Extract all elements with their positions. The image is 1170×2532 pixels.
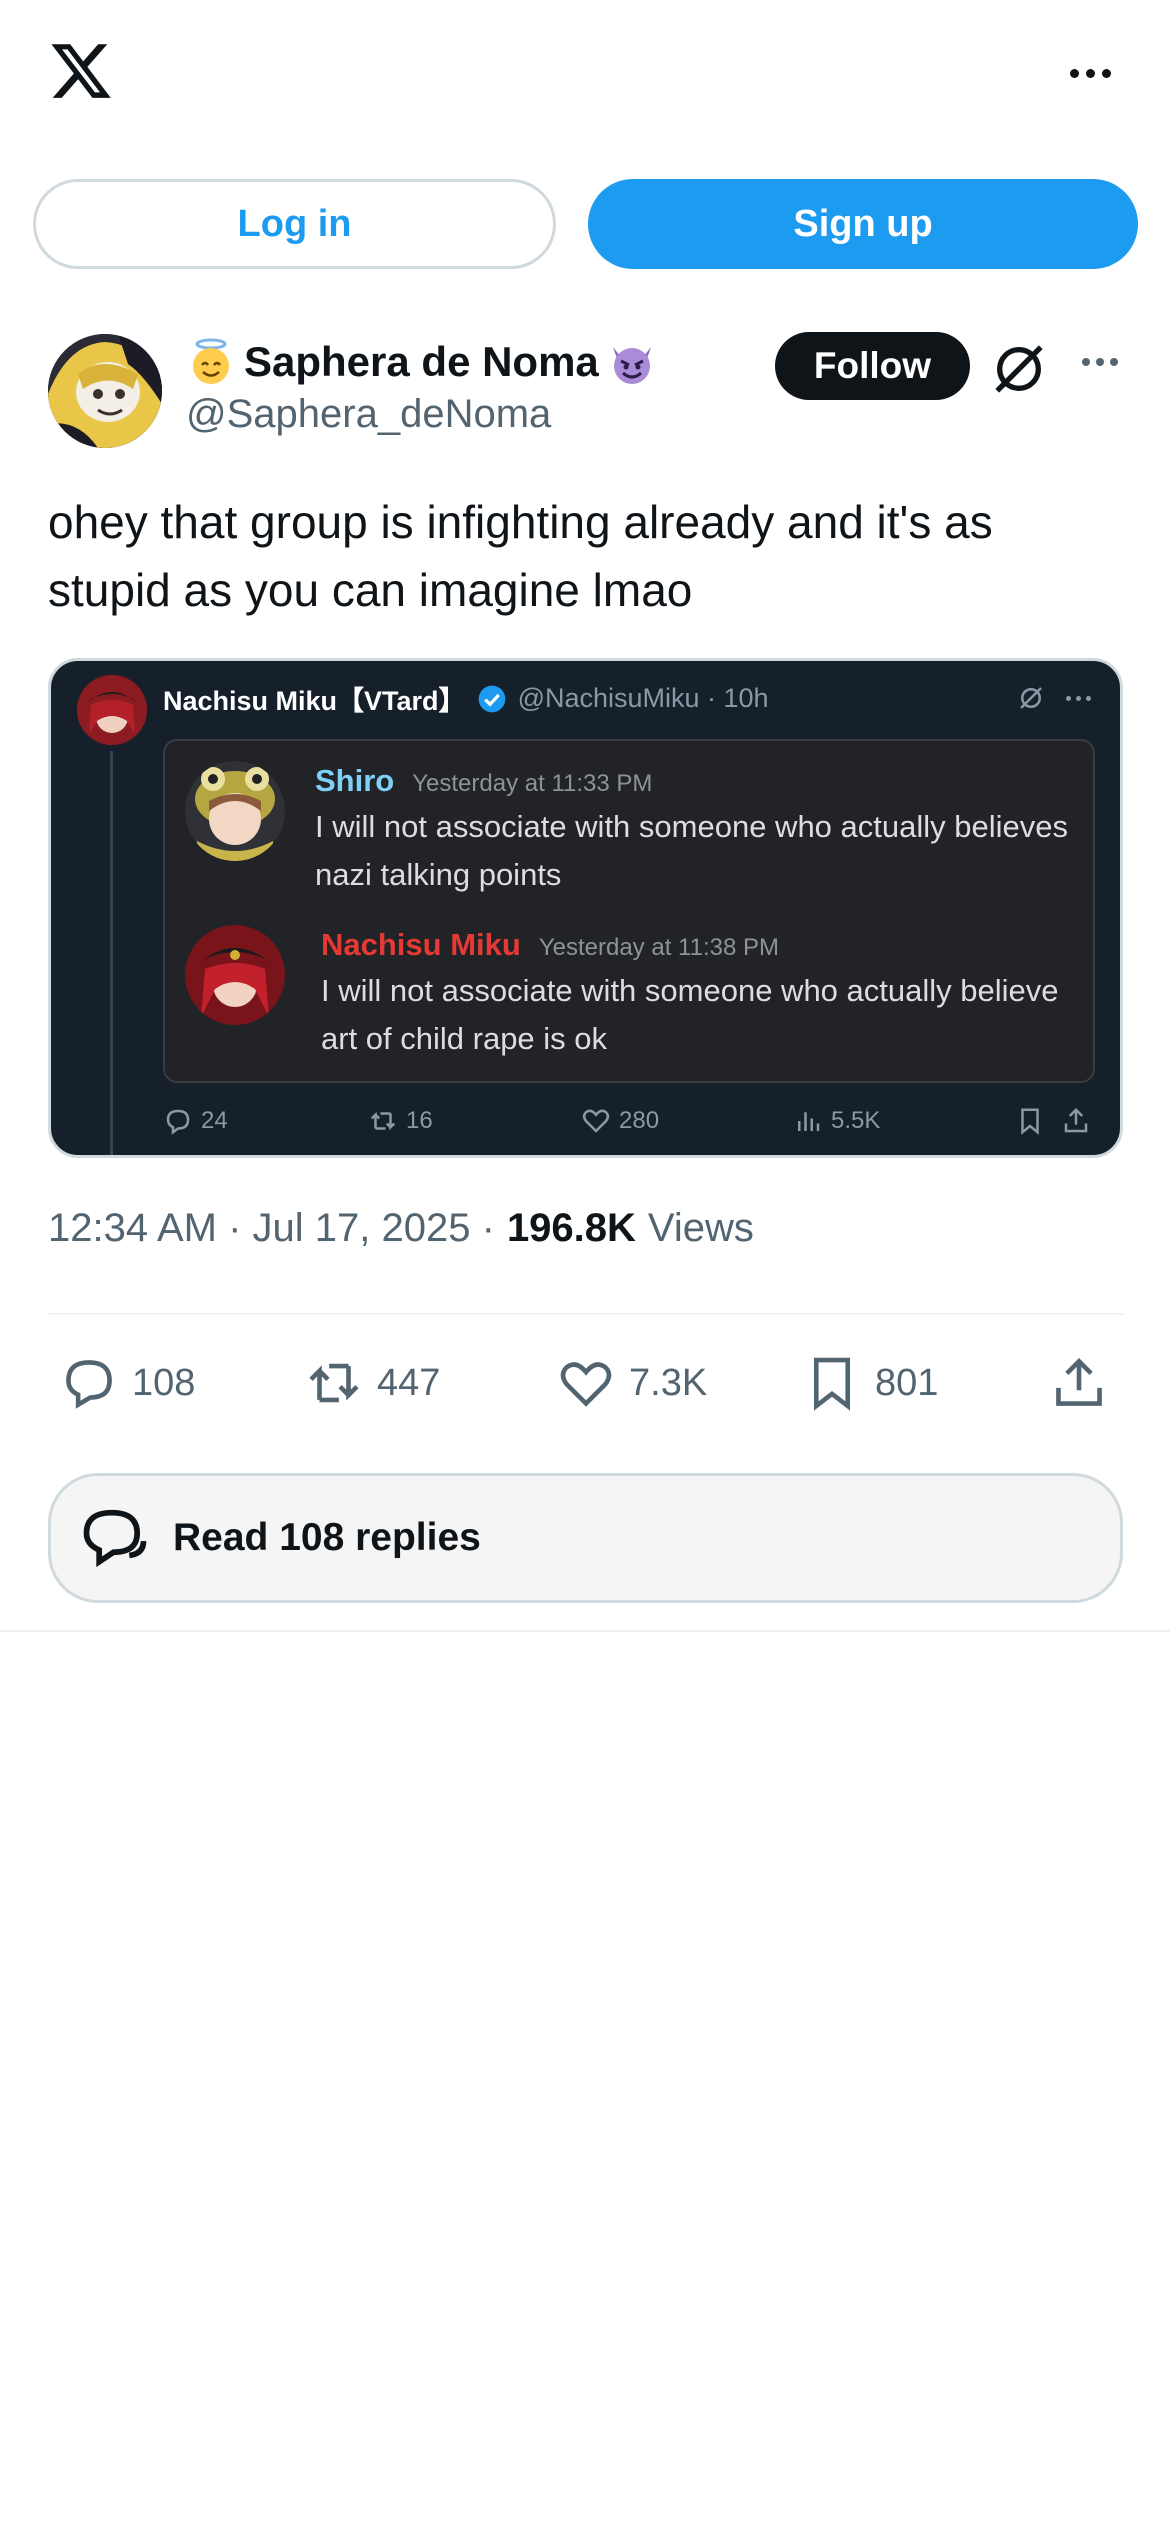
quoted-handle: @NachisuMiku · 10h: [517, 683, 769, 713]
devil-emoji-icon: [612, 347, 651, 384]
read-replies-button[interactable]: Read 108 replies: [48, 1473, 1123, 1603]
display-name: Saphera de Noma: [244, 338, 599, 385]
repost-icon: 16: [368, 1099, 433, 1143]
grok-icon[interactable]: [990, 340, 1048, 398]
message-user: Shiro: [315, 763, 395, 798]
reply-button[interactable]: 108: [60, 1338, 195, 1428]
quoted-actions: 24 16 280 5.5K: [163, 1099, 1103, 1143]
message-time: Yesterday at 11:33 PM: [412, 770, 653, 797]
more-horizontal-icon[interactable]: [1060, 58, 1120, 88]
like-count: 280: [619, 1107, 660, 1134]
repost-button[interactable]: 447: [305, 1338, 440, 1428]
auth-bar: Log in Sign up: [0, 179, 1170, 271]
grok-icon: [1020, 687, 1042, 709]
replies-icon: [83, 1509, 147, 1568]
bookmark-button[interactable]: 801: [803, 1338, 938, 1428]
tweet-text: ohey that group is infighting already an…: [48, 496, 993, 616]
repost-icon: [309, 1363, 359, 1403]
repost-count: 16: [406, 1107, 433, 1134]
message-body: Nachisu Miku Yesterday at 11:38 PM I wil…: [321, 927, 1081, 1063]
verified-badge-icon: [478, 685, 505, 712]
like-count: 7.3K: [629, 1361, 708, 1404]
tweet-author: Saphera de Noma @Saphera_deNoma Follow: [0, 330, 1170, 450]
action-bar: 108 447 7.3K 801: [0, 1338, 1170, 1428]
message-user: Nachisu Miku: [321, 927, 521, 962]
discord-screenshot: Shiro Yesterday at 11:33 PM I will not a…: [163, 739, 1095, 1083]
read-replies-label: Read 108 replies: [173, 1516, 481, 1559]
quoted-avatar: [77, 675, 147, 745]
views-count: 196.8K: [506, 1206, 636, 1250]
message-body: Shiro Yesterday at 11:33 PM I will not a…: [315, 763, 1075, 899]
angel-emoji-icon: [193, 338, 229, 384]
avatar: [185, 761, 285, 861]
like-button[interactable]: 7.3K: [557, 1338, 707, 1428]
bookmark-icon: [813, 1357, 851, 1411]
repost-count: 447: [377, 1361, 441, 1404]
quoted-name: Nachisu Miku【VTard】: [163, 686, 466, 716]
like-icon: [560, 1362, 612, 1407]
reply-count: 108: [132, 1361, 196, 1404]
more-horizontal-icon[interactable]: [1075, 352, 1125, 372]
more-horizontal-icon: [1066, 695, 1091, 701]
signup-button[interactable]: Sign up: [588, 179, 1138, 269]
follow-button[interactable]: Follow: [775, 332, 970, 400]
share-button[interactable]: [1050, 1338, 1108, 1428]
message-text: I will not associate with someone who ac…: [315, 809, 1068, 892]
views-icon: 5.5K: [793, 1099, 880, 1143]
tweet-meta: 12:34 AM · Jul 17, 2025 · 196.8K Views: [48, 1206, 754, 1251]
tweet-image[interactable]: Nachisu Miku【VTard】 @NachisuMiku · 10h S…: [48, 658, 1123, 1158]
handle[interactable]: @Saphera_deNoma: [186, 392, 551, 437]
reply-count: 24: [201, 1107, 228, 1134]
display-name-row[interactable]: Saphera de Noma: [186, 334, 657, 390]
divider: [48, 1313, 1123, 1315]
reply-icon: [66, 1360, 112, 1409]
bookmark-count: 801: [875, 1361, 939, 1404]
top-bar: [0, 0, 1170, 150]
thread-line: [110, 751, 113, 1155]
share-icon: [1056, 1358, 1102, 1406]
x-logo-icon[interactable]: [46, 38, 116, 104]
tweet-timestamp[interactable]: 12:34 AM · Jul 17, 2025 ·: [48, 1206, 495, 1251]
avatar: [185, 925, 285, 1025]
divider: [0, 1630, 1170, 1632]
views-count: 5.5K: [831, 1107, 881, 1134]
login-button[interactable]: Log in: [33, 179, 556, 269]
quoted-header-icons: [1016, 683, 1091, 713]
bookmark-icon: [1015, 1099, 1045, 1143]
share-icon: [1061, 1099, 1091, 1143]
avatar[interactable]: [48, 334, 162, 448]
quoted-header: Nachisu Miku【VTard】 @NachisuMiku · 10h: [163, 679, 769, 718]
like-icon: 280: [581, 1099, 659, 1143]
message-time: Yesterday at 11:38 PM: [538, 934, 779, 961]
views-label: Views: [647, 1206, 754, 1250]
message-text: I will not associate with someone who ac…: [321, 973, 1059, 1056]
reply-icon: 24: [163, 1099, 228, 1143]
